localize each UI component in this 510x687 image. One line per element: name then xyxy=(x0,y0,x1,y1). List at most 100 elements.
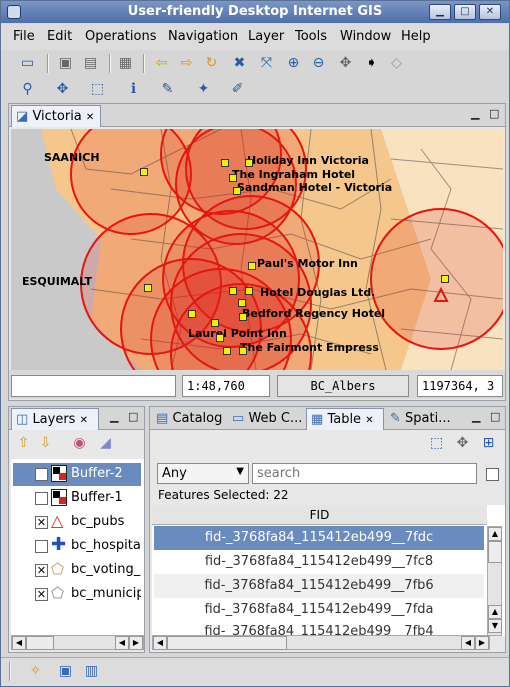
layer-checkbox[interactable] xyxy=(35,492,48,505)
pan-icon[interactable]: ✥ xyxy=(337,55,354,72)
tab-table[interactable]: ▦ Table ✕ xyxy=(306,408,384,430)
zoom-extent-icon[interactable]: ⤧ xyxy=(258,55,275,72)
layer-checkbox[interactable]: ✕ xyxy=(35,516,48,529)
new-layer-icon[interactable]: ✧ xyxy=(27,663,44,680)
zoom-in-icon[interactable]: ⊕ xyxy=(285,55,302,72)
menu-operations[interactable]: Operations xyxy=(85,29,156,44)
select-tool-icon[interactable]: ⬚ xyxy=(89,81,106,98)
zoom-tool-icon[interactable]: ⚲ xyxy=(19,81,36,98)
hotel-marker[interactable] xyxy=(229,174,237,182)
edit-tool-icon[interactable]: ✎ xyxy=(159,81,176,98)
hotel-marker[interactable] xyxy=(144,284,152,292)
hotel-marker[interactable] xyxy=(233,187,241,195)
layer-item[interactable]: ✕ ⬠ bc_voting_ar xyxy=(13,559,141,582)
scale-field[interactable]: 1:48,760 xyxy=(182,375,270,397)
info-tool-icon[interactable]: ℹ xyxy=(125,81,142,98)
hotel-marker[interactable] xyxy=(223,347,231,355)
close-icon[interactable]: ✕ xyxy=(365,415,373,426)
tab-spatial[interactable]: ✎ Spati... xyxy=(386,408,464,430)
maximize-icon[interactable]: □ xyxy=(489,107,499,120)
pan-tool-icon[interactable]: ✥ xyxy=(54,81,71,98)
layer-checkbox[interactable] xyxy=(35,540,48,553)
select-box-icon[interactable]: ⬚ xyxy=(428,435,445,452)
hotel-marker[interactable] xyxy=(211,319,219,327)
table-row[interactable]: fid-_3768fa84_115412eb499__7fdc xyxy=(154,526,484,550)
minimize-icon[interactable]: ▁ xyxy=(471,107,479,120)
scroll-left-icon[interactable]: ◀ xyxy=(461,636,475,650)
layer-down-icon[interactable]: ⇩ xyxy=(37,435,54,452)
hotel-marker[interactable] xyxy=(229,287,237,295)
maximize-icon[interactable]: □ xyxy=(490,410,500,423)
layer-up-icon[interactable]: ⇧ xyxy=(15,435,32,452)
scroll-down-icon[interactable]: ▼ xyxy=(488,619,502,633)
close-icon[interactable]: ✕ xyxy=(86,112,94,123)
scroll-up-icon[interactable]: ▲ xyxy=(488,605,502,619)
minimize-icon[interactable]: ▁ xyxy=(472,410,480,423)
hotel-marker[interactable] xyxy=(245,159,253,167)
layer-item[interactable]: ✕ Buffer-2 xyxy=(13,463,141,486)
menu-file[interactable]: File xyxy=(13,29,35,44)
layer-item[interactable]: ✕ ⬠ bc_municipa xyxy=(13,583,141,606)
hotel-marker[interactable] xyxy=(140,168,148,176)
open-catalog-icon[interactable]: ▣ xyxy=(57,663,74,680)
menu-window[interactable]: Window xyxy=(340,29,391,44)
scroll-thumb[interactable] xyxy=(167,636,287,650)
menu-tools[interactable]: Tools xyxy=(295,29,327,44)
save-all-icon[interactable]: ▤ xyxy=(82,55,99,72)
menu-help[interactable]: Help xyxy=(401,29,431,44)
style-icon[interactable]: ◉ xyxy=(71,435,88,452)
tab-layers[interactable]: ◫ Layers ✕ xyxy=(11,408,99,430)
new-map-icon[interactable]: ▭ xyxy=(19,55,36,72)
menu-edit[interactable]: Edit xyxy=(47,29,72,44)
filter-dropdown[interactable]: Any ▼ xyxy=(157,463,249,484)
hotel-marker[interactable] xyxy=(441,275,449,283)
scroll-up-icon[interactable]: ▲ xyxy=(488,527,502,541)
layer-item[interactable]: ✕ △ bc_pubs xyxy=(13,511,141,534)
horizontal-scrollbar[interactable]: ◀ ◀ ▶ xyxy=(152,635,490,650)
filter-checkbox[interactable] xyxy=(486,468,499,481)
horizontal-scrollbar[interactable]: ◀ ◀ ▶ xyxy=(11,635,144,650)
refresh-icon[interactable]: ↻ xyxy=(203,55,220,72)
zoom-out-icon[interactable]: ⊖ xyxy=(310,55,327,72)
scroll-thumb[interactable] xyxy=(26,636,54,650)
minimize-icon[interactable]: ▁ xyxy=(110,410,118,423)
table-row[interactable]: fid-_3768fa84_115412eb499__7fda xyxy=(154,598,484,622)
hotel-marker[interactable] xyxy=(238,299,246,307)
scroll-right-icon[interactable]: ▶ xyxy=(129,636,143,650)
scroll-left-icon[interactable]: ◀ xyxy=(153,636,167,650)
scroll-left-icon[interactable]: ◀ xyxy=(115,636,129,650)
title-bar[interactable]: User-friendly Desktop Internet GIS ▁ □ ✕ xyxy=(1,1,509,23)
search-input[interactable] xyxy=(252,463,477,484)
crs-button[interactable]: BC_Albers xyxy=(277,375,409,397)
layer-item[interactable]: Buffer-1 xyxy=(13,487,141,510)
forward-icon[interactable]: ⇨ xyxy=(178,55,195,72)
close-icon[interactable]: ✕ xyxy=(80,415,88,426)
menu-navigation[interactable]: Navigation xyxy=(168,29,238,44)
hotel-marker[interactable] xyxy=(188,310,196,318)
layer-checkbox[interactable]: ✕ xyxy=(35,564,48,577)
save-icon[interactable]: ▣ xyxy=(57,55,74,72)
layer-item[interactable]: ✚ bc_hospitals xyxy=(13,535,141,558)
close-button[interactable]: ✕ xyxy=(479,4,501,20)
table-row[interactable]: fid-_3768fa84_115412eb499__7fb4 xyxy=(154,622,484,636)
map-canvas[interactable]: SAANICH ESQUIMALT Holiday Inn Victoria T… xyxy=(11,129,503,370)
book-icon[interactable]: ▥ xyxy=(83,663,100,680)
table-row[interactable]: fid-_3768fa84_115412eb499__7fc8 xyxy=(154,550,484,574)
print-icon[interactable]: ▦ xyxy=(117,55,134,72)
column-header-fid[interactable]: FID xyxy=(152,505,487,525)
minimize-button[interactable]: ▁ xyxy=(429,4,451,20)
maximize-button[interactable]: □ xyxy=(454,4,476,20)
scroll-left-icon[interactable]: ◀ xyxy=(12,636,26,650)
vertical-scrollbar[interactable]: ▲ ▲ ▼ xyxy=(487,526,502,636)
maximize-icon[interactable]: □ xyxy=(128,410,138,423)
hotel-marker[interactable] xyxy=(239,313,247,321)
table-row[interactable]: fid-_3768fa84_115412eb499__7fb6 xyxy=(154,574,484,598)
hotel-marker[interactable] xyxy=(248,262,256,270)
layer-triangle-icon[interactable]: ◢ xyxy=(97,435,114,452)
back-icon[interactable]: ⇦ xyxy=(153,55,170,72)
create-feature-icon[interactable]: ✦ xyxy=(195,81,212,98)
promote-icon[interactable]: ⊞ xyxy=(480,435,497,452)
arrow-icon[interactable]: ➧ xyxy=(363,55,380,72)
layer-checkbox[interactable]: ✕ xyxy=(35,468,48,481)
edit-vertex-icon[interactable]: ✐ xyxy=(229,81,246,98)
